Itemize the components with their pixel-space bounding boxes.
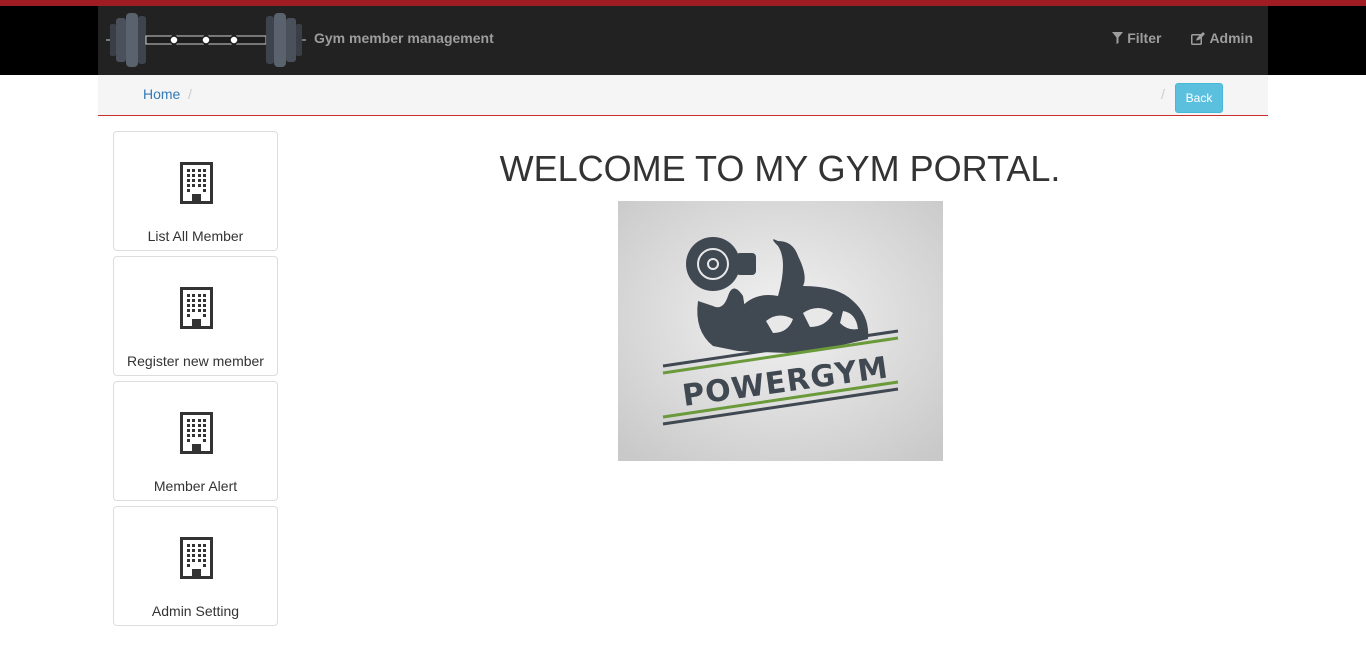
back-button[interactable]: Back bbox=[1175, 83, 1223, 113]
tile-label: Admin Setting bbox=[151, 603, 240, 619]
building-icon bbox=[180, 537, 213, 579]
tile-register-new-member[interactable]: Register new member bbox=[113, 256, 278, 376]
brand-title[interactable]: Gym member management bbox=[314, 30, 494, 46]
tile-admin-setting[interactable]: Admin Setting bbox=[113, 506, 278, 626]
building-icon bbox=[180, 162, 213, 204]
breadcrumb-home-link[interactable]: Home bbox=[143, 86, 180, 102]
navbar: Gym member management Filter Admin bbox=[98, 6, 1268, 75]
navbar-right: Filter Admin bbox=[1112, 30, 1253, 46]
tile-list-all-member[interactable]: List All Member bbox=[113, 131, 278, 251]
nav-admin-link[interactable]: Admin bbox=[1191, 30, 1253, 46]
breadcrumb: Home / / Back bbox=[98, 75, 1268, 116]
page-title: WELCOME TO MY GYM PORTAL. bbox=[499, 148, 1061, 189]
tile-label: Member Alert bbox=[153, 478, 238, 494]
tile-member-alert[interactable]: Member Alert bbox=[113, 381, 278, 501]
tile-label: List All Member bbox=[147, 228, 244, 244]
nav-admin-label: Admin bbox=[1209, 30, 1253, 46]
powergym-logo-image: POWERGYM bbox=[618, 201, 943, 461]
building-icon bbox=[180, 287, 213, 329]
nav-filter-link[interactable]: Filter bbox=[1112, 30, 1161, 46]
edit-icon bbox=[1191, 31, 1206, 45]
breadcrumb-separator: / bbox=[188, 86, 192, 102]
filter-icon bbox=[1112, 32, 1124, 44]
barbell-icon[interactable] bbox=[106, 10, 306, 70]
breadcrumb-separator-right: / bbox=[1161, 86, 1165, 102]
tile-label: Register new member bbox=[127, 353, 264, 369]
nav-filter-label: Filter bbox=[1127, 30, 1162, 46]
building-icon bbox=[180, 412, 213, 454]
